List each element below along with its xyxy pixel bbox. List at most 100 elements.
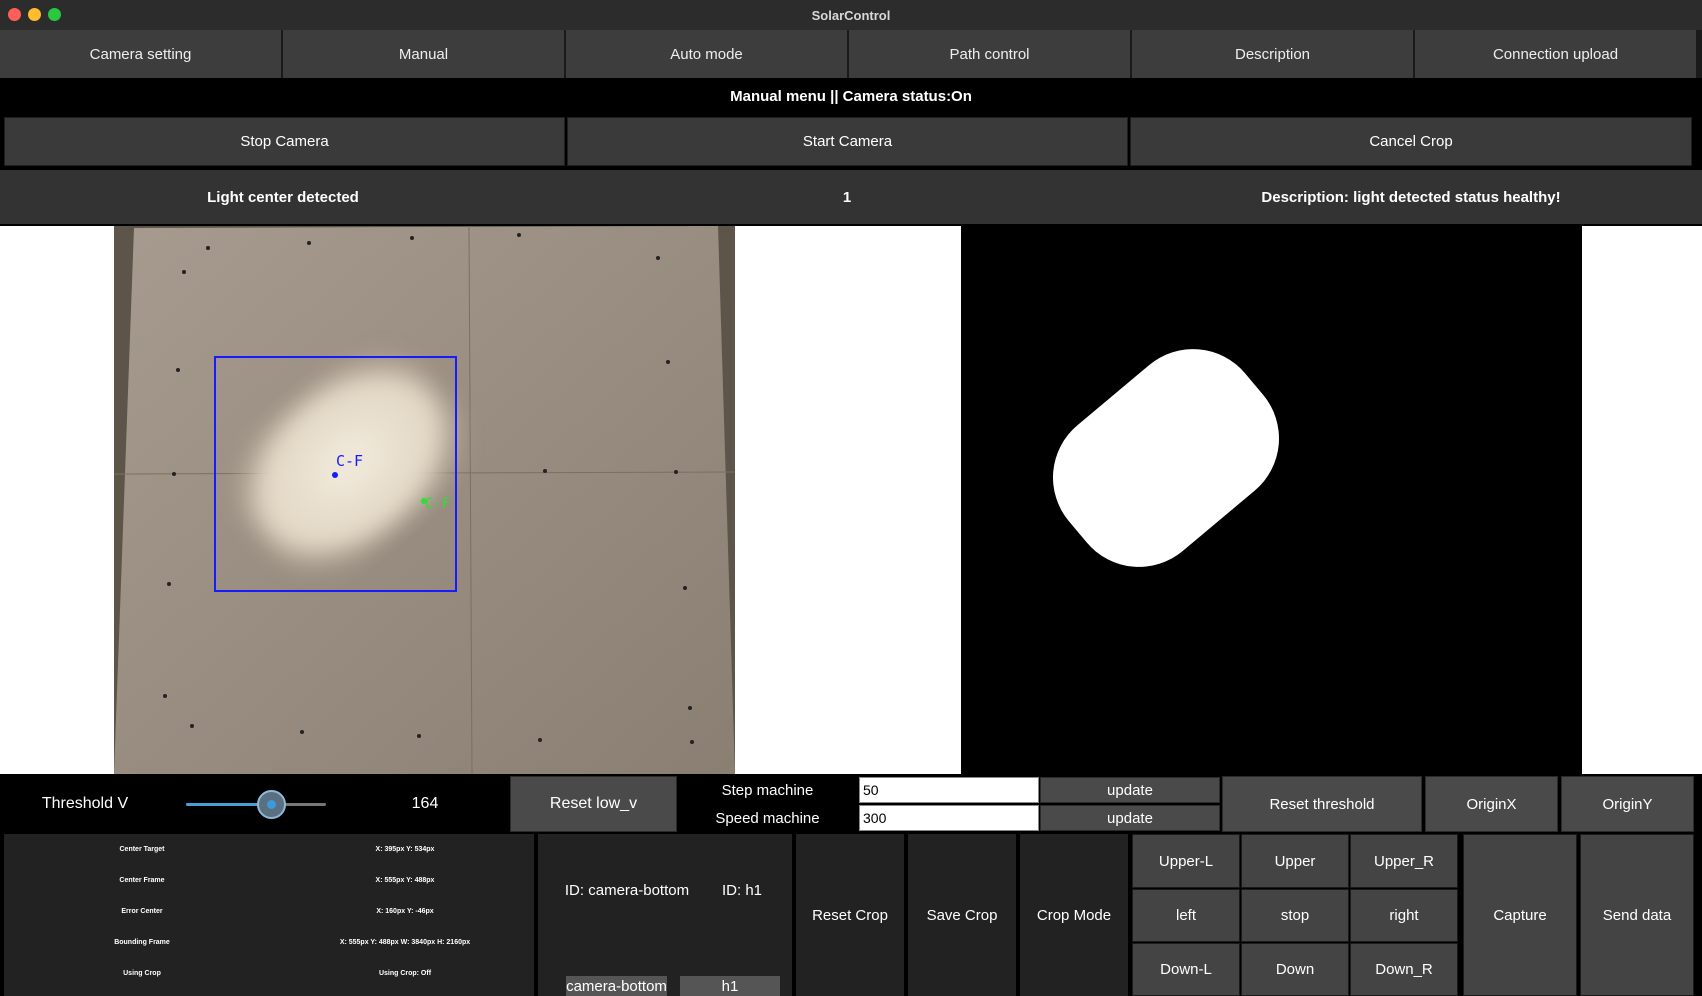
tab-description[interactable]: Description (1132, 30, 1413, 78)
detection-state: Light center detected (207, 188, 359, 206)
originx-button[interactable]: OriginX (1425, 776, 1558, 832)
reset-low-v-button[interactable]: Reset low_v (510, 776, 677, 832)
button-label: OriginX (1466, 795, 1517, 813)
tab-label: Auto mode (670, 45, 743, 63)
mask-background (961, 226, 1582, 774)
down-left-button[interactable]: Down-L (1132, 943, 1240, 996)
send-data-button[interactable]: Send data (1580, 834, 1694, 996)
button-label: update (1107, 781, 1153, 799)
close-window-button[interactable] (8, 8, 21, 21)
originy-button[interactable]: OriginY (1561, 776, 1694, 832)
crop-mode-button[interactable]: Crop Mode (1020, 834, 1128, 996)
button-label: Capture (1493, 906, 1547, 924)
button-label: Down_R (1375, 961, 1433, 978)
cancel-crop-button[interactable]: Cancel Crop (1130, 117, 1692, 166)
button-label: Reset Crop (812, 906, 888, 924)
main-nav: Camera setting Manual Auto mode Path con… (0, 30, 1702, 78)
camera-view[interactable]: C-F C-F (114, 226, 735, 774)
readout-label: Bounding Frame (114, 938, 170, 946)
threshold-slider[interactable] (186, 774, 326, 834)
tab-label: Description (1234, 45, 1311, 63)
threshold-label: Threshold V (41, 795, 129, 812)
readout-value: Using Crop: Off (378, 969, 432, 977)
readout-value: X: 555px Y: 488px (375, 876, 435, 884)
button-label: stop (1280, 907, 1310, 924)
input-value: 50 (863, 782, 879, 798)
save-crop-button[interactable]: Save Crop (908, 834, 1016, 996)
step-machine-input[interactable]: 50 (859, 777, 1039, 803)
readout-label: Using Crop (123, 969, 161, 977)
button-label: OriginY (1602, 795, 1653, 813)
slider-handle[interactable] (257, 790, 287, 819)
title-bar: SolarControl (0, 0, 1702, 30)
tab-auto-mode[interactable]: Auto mode (566, 30, 847, 78)
readout-value: X: 160px Y: -46px (376, 907, 434, 915)
button-label: Crop Mode (1036, 906, 1112, 924)
camera-id-label: ID: camera-bottom (564, 881, 690, 899)
readout-label: Center Frame (119, 876, 165, 884)
readout-value: X: 555px Y: 488px W: 3840px H: 2160px (339, 938, 471, 946)
tab-manual[interactable]: Manual (283, 30, 564, 78)
center-target-label: C-F (336, 452, 363, 470)
button-label: Stop Camera (240, 133, 329, 150)
button-label: Reset threshold (1269, 795, 1375, 813)
down-right-button[interactable]: Down_R (1350, 943, 1458, 996)
bottom-panel: Center Target X: 395px Y: 534px Center F… (0, 834, 1702, 996)
speed-update-button[interactable]: update (1040, 805, 1220, 831)
readout-label: Error Center (121, 907, 163, 915)
threshold-value: 164 (411, 795, 439, 812)
button-label: Down-L (1160, 961, 1212, 978)
detection-description: Description: light detected status healt… (1261, 188, 1561, 206)
button-label: left (1175, 907, 1196, 924)
status-text: Manual menu || Camera status:On (730, 87, 972, 105)
center-target-marker (332, 472, 338, 478)
step-machine-label: Step machine (721, 781, 814, 799)
button-label: update (1107, 809, 1153, 827)
capture-button[interactable]: Capture (1463, 834, 1577, 996)
readout-panel: Center Target X: 395px Y: 534px Center F… (4, 834, 534, 996)
button-label: Reset low_v (549, 795, 638, 812)
button-label: Send data (1602, 906, 1672, 924)
button-label: Start Camera (802, 133, 893, 150)
tab-camera-setting[interactable]: Camera setting (0, 30, 281, 78)
upper-right-button[interactable]: Upper_R (1350, 834, 1458, 888)
tab-connection-upload[interactable]: Connection upload (1415, 30, 1696, 78)
upper-left-button[interactable]: Upper-L (1132, 834, 1240, 888)
window-title: SolarControl (811, 7, 891, 23)
input-value: 300 (863, 810, 887, 826)
readout-value: X: 395px Y: 534px (375, 845, 435, 853)
stop-camera-button[interactable]: Stop Camera (4, 117, 565, 166)
button-label: Down (1275, 961, 1315, 978)
h-id-label: ID: h1 (721, 881, 763, 899)
minimize-window-button[interactable] (28, 8, 41, 21)
down-button[interactable]: Down (1241, 943, 1349, 996)
h-id-field[interactable]: h1 (680, 976, 780, 996)
speed-machine-label: Speed machine (715, 809, 820, 827)
button-label: Upper (1274, 852, 1316, 870)
reset-crop-button[interactable]: Reset Crop (796, 834, 904, 996)
tab-label: Camera setting (89, 45, 192, 63)
slider-handle-dot (267, 800, 277, 809)
start-camera-button[interactable]: Start Camera (567, 117, 1128, 166)
maximize-window-button[interactable] (48, 8, 61, 21)
status-bar: Manual menu || Camera status:On (0, 78, 1702, 114)
button-label: right (1389, 907, 1419, 924)
tab-label: Manual (398, 45, 449, 63)
tab-label: Connection upload (1492, 45, 1619, 63)
detection-count: 1 (842, 188, 852, 206)
button-label: Cancel Crop (1369, 133, 1453, 150)
control-row: Threshold V 164 Reset low_v Step machine… (0, 774, 1702, 834)
camera-controls: Stop Camera Start Camera Cancel Crop (0, 114, 1702, 168)
reset-threshold-button[interactable]: Reset threshold (1222, 776, 1422, 832)
frame-center-label: C-F (425, 496, 450, 512)
left-button[interactable]: left (1132, 889, 1240, 942)
button-label: Upper-L (1158, 852, 1214, 870)
speed-machine-input[interactable]: 300 (859, 805, 1039, 831)
step-update-button[interactable]: update (1040, 777, 1220, 803)
right-button[interactable]: right (1350, 889, 1458, 942)
camera-id-field[interactable]: camera-bottom (566, 976, 667, 996)
tab-path-control[interactable]: Path control (849, 30, 1130, 78)
upper-button[interactable]: Upper (1241, 834, 1349, 888)
readout-label: Center Target (119, 845, 165, 853)
stop-button[interactable]: stop (1241, 889, 1349, 942)
